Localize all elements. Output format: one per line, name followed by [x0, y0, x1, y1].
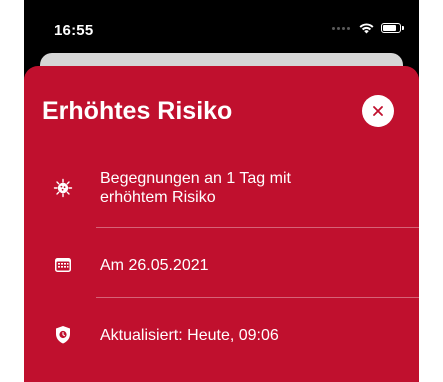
date-text: Am 26.05.2021 [100, 256, 209, 274]
virus-icon [52, 177, 74, 199]
calendar-icon [52, 254, 74, 276]
encounters-text-line1: Begegnungen an 1 Tag mit [100, 170, 291, 187]
status-time: 16:55 [54, 22, 94, 39]
close-button[interactable] [362, 95, 394, 127]
wifi-icon [359, 23, 374, 34]
encounters-text: Begegnungen an 1 Tag mit erhöhtem Risiko [100, 169, 291, 207]
info-row-updated: Aktualisiert: Heute, 09:06 [24, 324, 419, 346]
battery-icon [381, 23, 404, 33]
status-icons [332, 22, 404, 34]
divider [96, 297, 419, 298]
status-bar: 16:55 [24, 0, 419, 60]
close-icon [373, 106, 383, 116]
info-row-date: Am 26.05.2021 [24, 254, 419, 276]
info-row-encounters: Begegnungen an 1 Tag mit erhöhtem Risiko [24, 166, 419, 210]
shield-clock-icon [52, 324, 74, 346]
updated-text: Aktualisiert: Heute, 09:06 [100, 326, 279, 344]
sheet-title: Erhöhtes Risiko [42, 97, 233, 125]
risk-sheet: Erhöhtes Risiko Begegnungen an 1 Tag mit… [24, 66, 419, 382]
divider [96, 227, 419, 228]
phone-screen: 16:55 Erhöhtes Risiko Begegnungen an 1 T… [24, 0, 419, 382]
encounters-text-line2: erhöhtem Risiko [100, 189, 216, 206]
battery-level [383, 25, 396, 31]
cellular-signal-icon [332, 26, 350, 30]
